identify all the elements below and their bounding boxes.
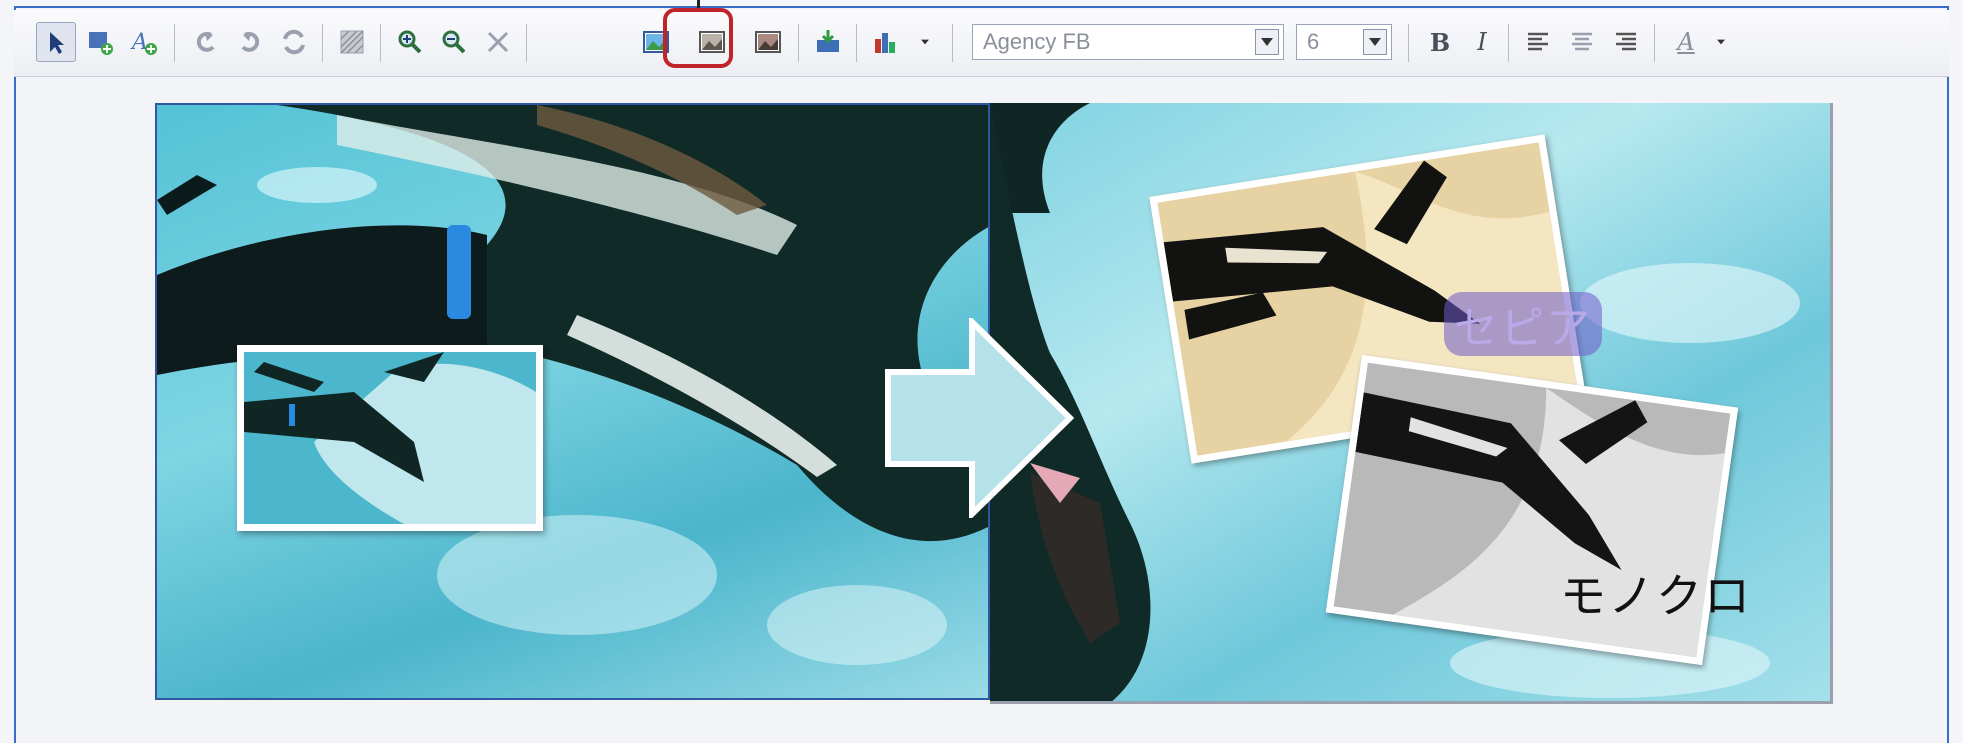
svg-text:A: A: [130, 30, 148, 55]
italic-button[interactable]: I: [1462, 22, 1502, 62]
pointer-tool-button[interactable]: [36, 22, 76, 62]
redo-button[interactable]: [230, 22, 270, 62]
font-size-select[interactable]: 6: [1296, 24, 1392, 60]
undo-icon: [196, 31, 215, 52]
chevron-down-icon[interactable]: [1255, 29, 1279, 55]
chart-icon: [875, 33, 895, 53]
chart-button[interactable]: [866, 22, 906, 62]
font-color-button[interactable]: A: [1666, 22, 1706, 62]
chart-dropdown-button[interactable]: [912, 22, 938, 62]
mono-image-button[interactable]: [748, 22, 788, 62]
mono-label: モノクロ: [1560, 569, 1752, 623]
zoom-out-button[interactable]: [434, 22, 474, 62]
align-right-button[interactable]: [1606, 22, 1646, 62]
insert-image-button[interactable]: [80, 22, 120, 62]
bold-button[interactable]: B: [1420, 22, 1460, 62]
hatch-button[interactable]: [332, 22, 372, 62]
chevron-down-icon[interactable]: [1363, 29, 1387, 55]
align-center-button[interactable]: [1562, 22, 1602, 62]
sepia-highlight-box: [663, 8, 733, 68]
align-left-button[interactable]: [1518, 22, 1558, 62]
font-name-select[interactable]: Agency FB: [972, 24, 1284, 60]
zoom-in-icon: [398, 30, 422, 54]
import-button[interactable]: [808, 22, 848, 62]
import-icon: [817, 30, 839, 52]
font-color-dropdown-button[interactable]: [1708, 22, 1734, 62]
insert-text-button[interactable]: A: [124, 22, 164, 62]
align-left-icon: [1528, 32, 1548, 51]
fit-button[interactable]: [478, 22, 518, 62]
font-size-value: 6: [1307, 29, 1320, 54]
font-name-value: Agency FB: [983, 29, 1091, 54]
align-right-icon: [1616, 32, 1636, 51]
insert-image-icon: [89, 32, 113, 55]
fit-icon: [487, 31, 509, 53]
arrow-right-icon: [885, 318, 1074, 518]
refresh-button[interactable]: [274, 22, 314, 62]
mono-image-icon: [755, 31, 781, 53]
chevron-down-icon: [1717, 39, 1725, 45]
redo-icon: [241, 31, 260, 52]
zoom-out-icon: [442, 30, 466, 54]
toolbar: A Agency FB 6 B I A: [14, 10, 1949, 77]
pointer-icon: [50, 32, 64, 54]
align-center-icon: [1572, 32, 1592, 51]
hatch-icon: [340, 30, 364, 54]
refresh-icon: [283, 29, 305, 55]
zoom-in-button[interactable]: [390, 22, 430, 62]
undo-button[interactable]: [186, 22, 226, 62]
chevron-down-icon: [921, 39, 929, 45]
inset-photo: [237, 345, 543, 531]
sepia-label: セピア: [1444, 292, 1602, 356]
insert-text-icon: A: [130, 30, 157, 55]
original-photo-panel: [155, 103, 990, 700]
